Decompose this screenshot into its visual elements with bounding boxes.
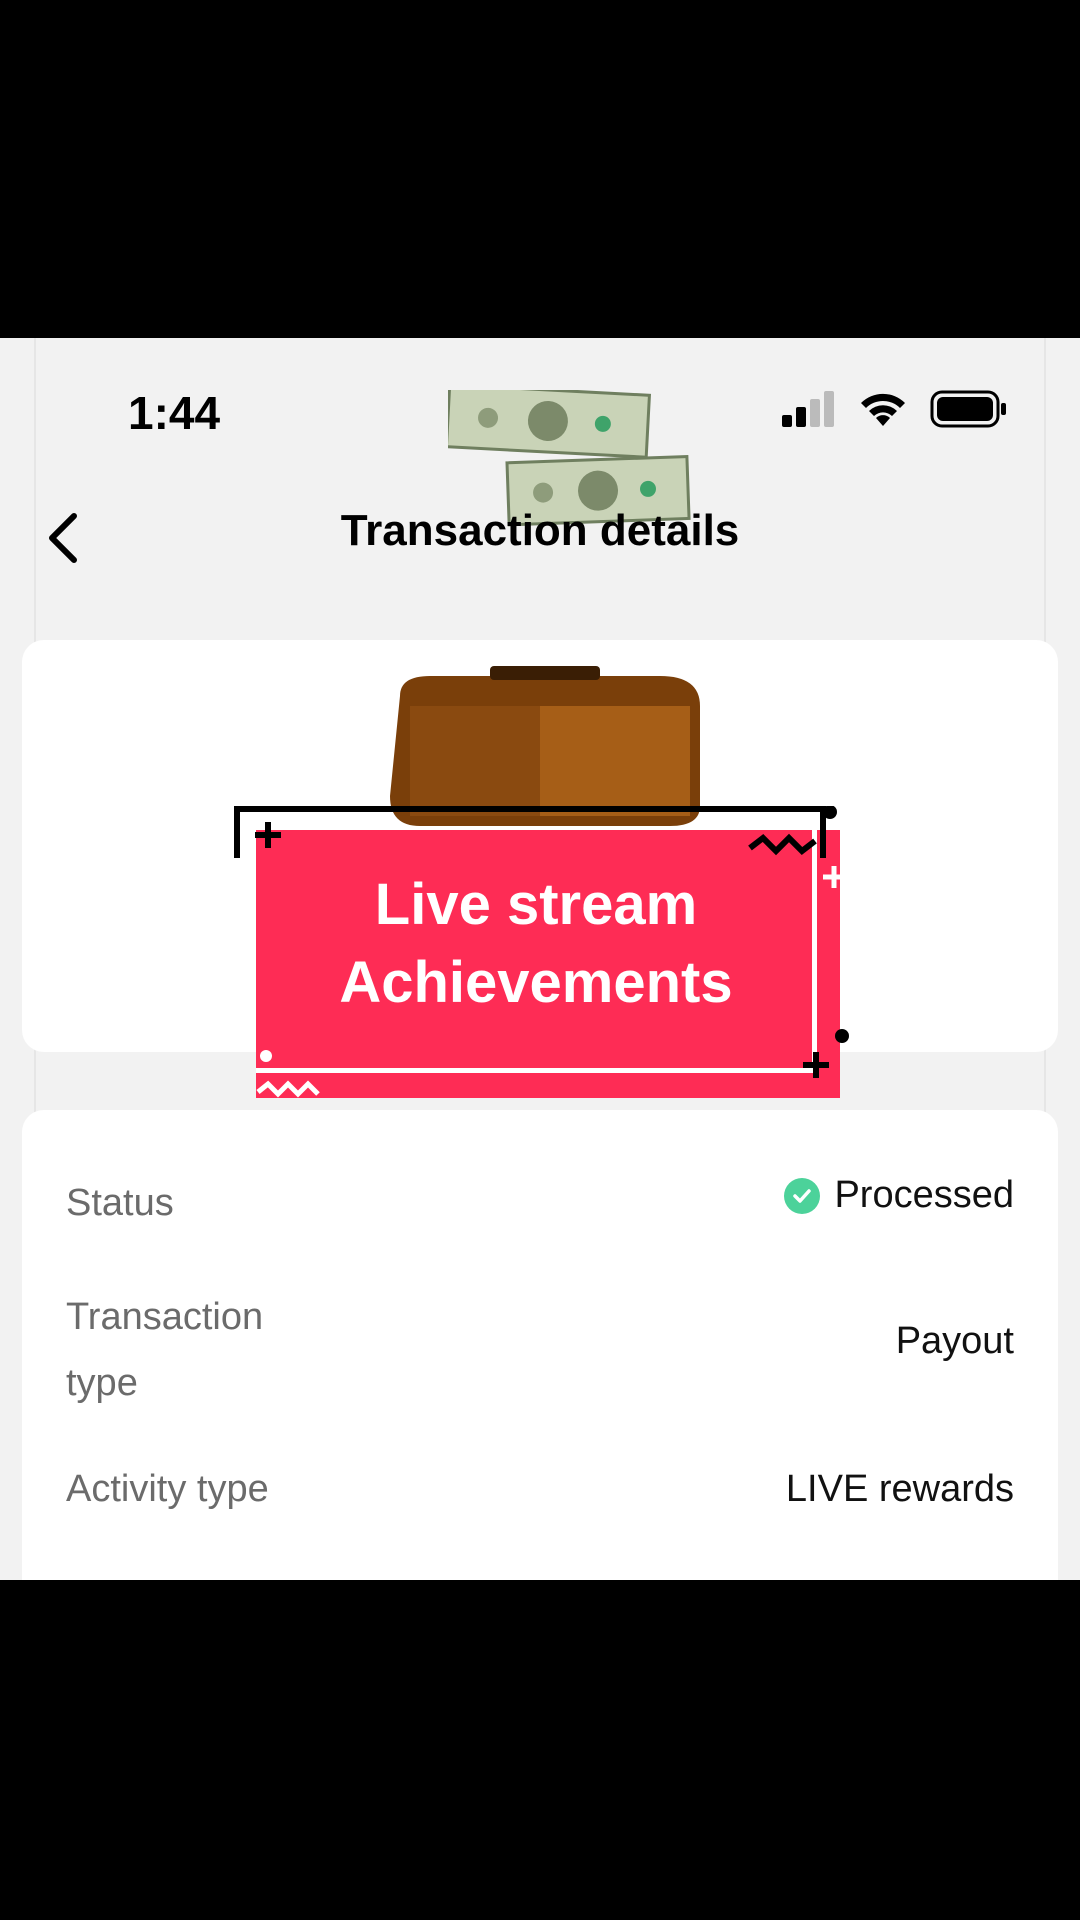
- status-icons: [782, 390, 1008, 428]
- transaction-type-label: Transaction type: [66, 1284, 263, 1416]
- live-achievements-sticker: Live stream Achievements: [230, 806, 850, 1106]
- battery-icon: [930, 390, 1006, 428]
- signal-icon: [782, 391, 834, 427]
- transaction-type-value: Payout: [895, 1320, 1014, 1362]
- transaction-type-label-line1: Transaction: [66, 1296, 264, 1338]
- page-title: Transaction details: [340, 506, 740, 555]
- sticker-decorations: [255, 806, 849, 1098]
- activity-type-value: LIVE rewards: [785, 1468, 1014, 1510]
- wifi-icon: [861, 393, 905, 426]
- status-time: 1:44: [128, 387, 221, 439]
- check-circle-icon: [784, 1177, 821, 1214]
- activity-type-label: Activity type: [66, 1468, 269, 1510]
- status-label: Status: [66, 1182, 174, 1224]
- transaction-type-label-line2: type: [66, 1362, 138, 1404]
- status-value-text: Processed: [834, 1174, 1014, 1216]
- app-screen: 1:44 Transaction details Live stream Ach…: [0, 338, 1080, 1580]
- status-value: Processed: [784, 1174, 1014, 1217]
